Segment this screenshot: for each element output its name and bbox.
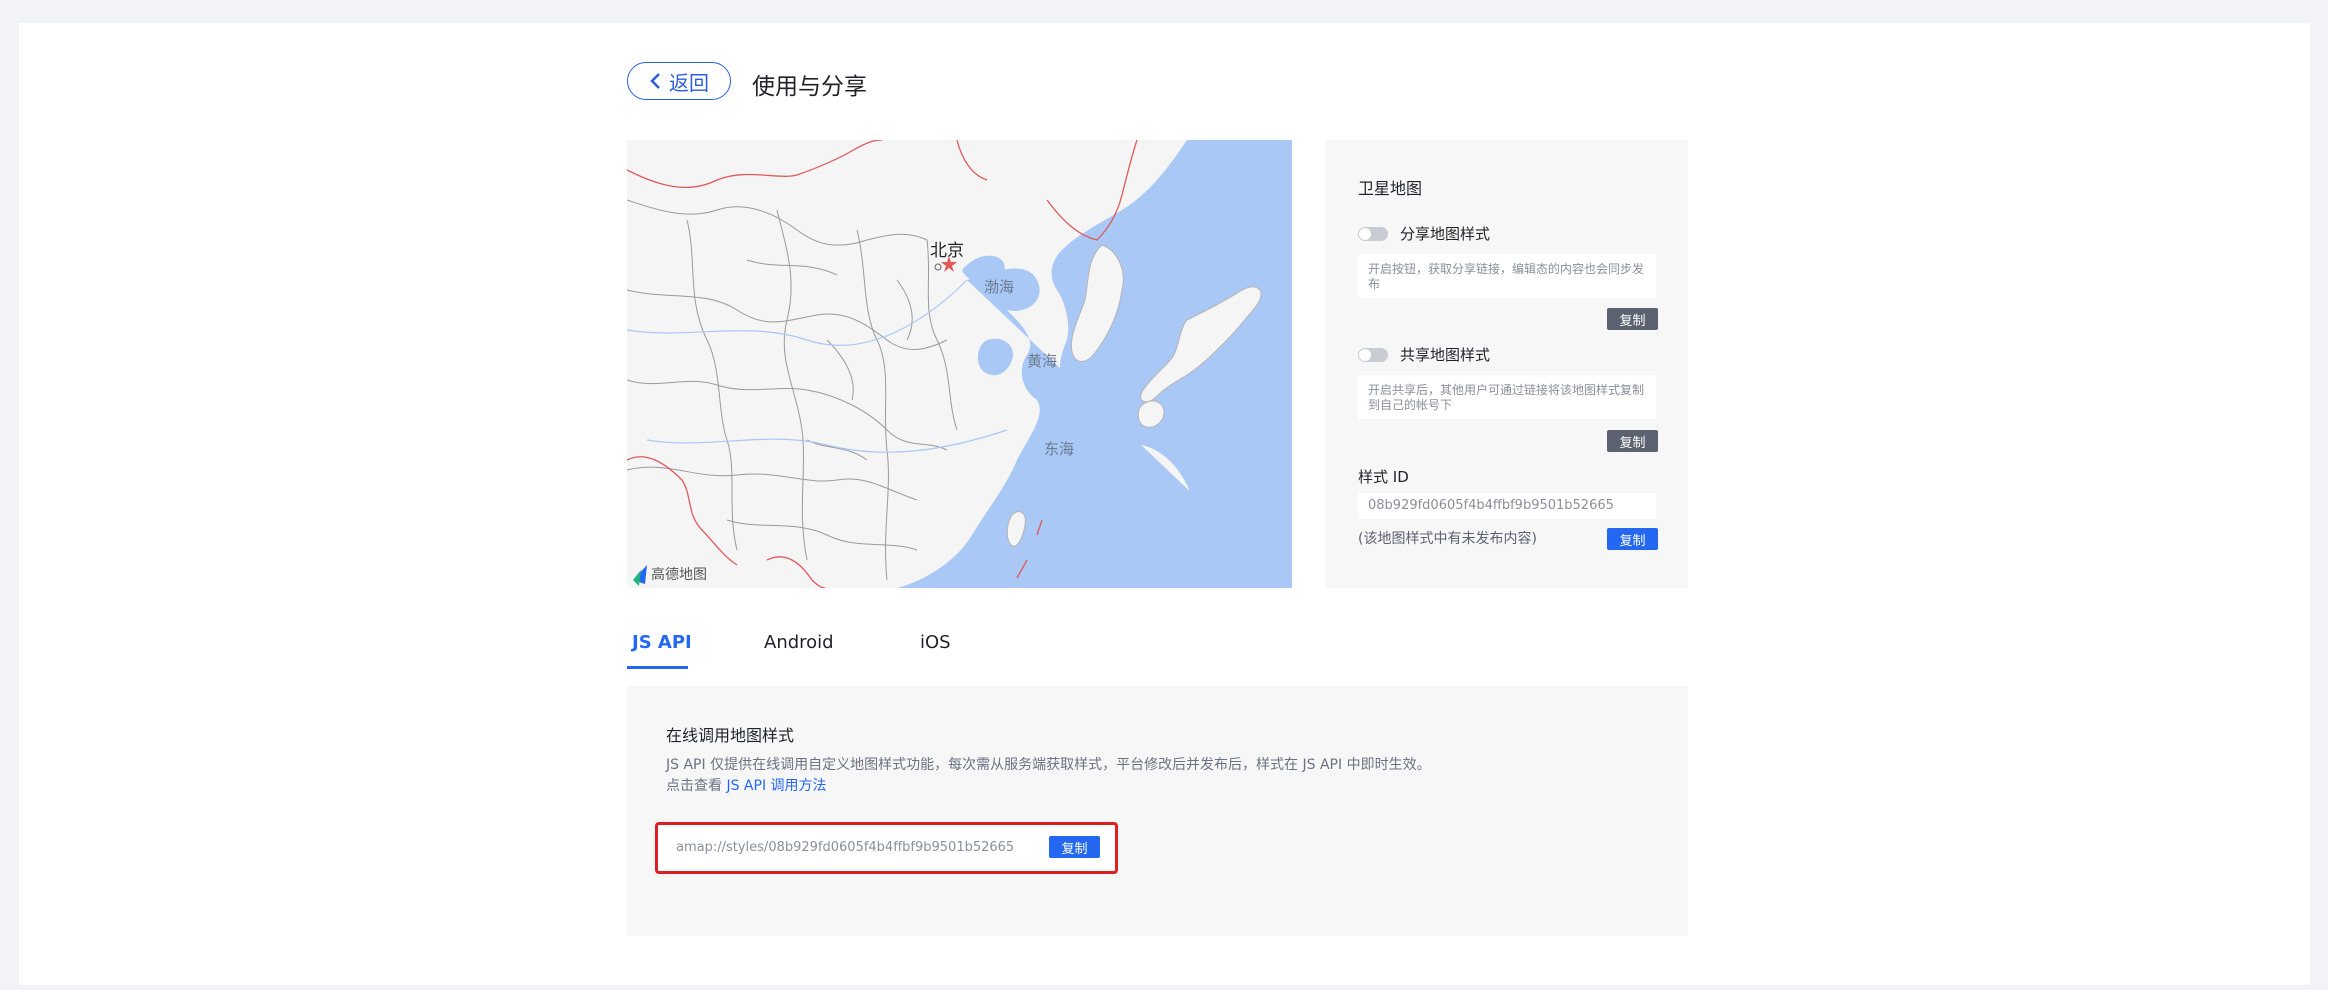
public-toggle[interactable] <box>1358 347 1388 362</box>
map-sea-label: 黄海 <box>1027 352 1058 370</box>
chevron-left-icon <box>650 73 660 89</box>
map-city-label: 北京 <box>930 241 964 261</box>
settings-panel: 卫星地图 分享地图样式 开启按钮，获取分享链接，编辑态的内容也会同步发布 复制 … <box>1325 140 1688 588</box>
share-toggle[interactable] <box>1358 226 1388 241</box>
share-description: 开启按钮，获取分享链接，编辑态的内容也会同步发布 <box>1358 254 1656 298</box>
style-id-label: 样式 ID <box>1358 468 1409 486</box>
tab-android[interactable]: Android <box>764 632 834 653</box>
public-toggle-label: 共享地图样式 <box>1400 346 1491 364</box>
style-id-copy-button[interactable]: 复制 <box>1607 528 1658 550</box>
platform-tabs: JS API Android iOS <box>627 632 1688 672</box>
tab-ios[interactable]: iOS <box>920 632 951 653</box>
public-toggle-row: 共享地图样式 <box>1358 344 1490 365</box>
section-desc-line: 点击查看 JS API 调用方法 <box>666 776 1431 797</box>
back-label: 返回 <box>669 70 709 95</box>
public-description: 开启共享后，其他用户可通过链接将该地图样式复制到自己的帐号下 <box>1358 375 1656 419</box>
share-toggle-row: 分享地图样式 <box>1358 223 1490 244</box>
style-url-field[interactable]: amap://styles/08b929fd0605f4b4ffbf9b9501… <box>676 840 1014 855</box>
public-copy-button[interactable]: 复制 <box>1607 430 1658 452</box>
map-preview[interactable]: 北京 渤海 黄海 东海 高德地图 <box>627 140 1292 588</box>
tab-js-api[interactable]: JS API <box>632 632 692 653</box>
panel-title: 卫星地图 <box>1358 179 1423 198</box>
active-tab-indicator <box>627 666 688 669</box>
map-logo-text: 高德地图 <box>651 567 707 583</box>
style-id-note: (该地图样式中有未发布内容) <box>1358 531 1537 547</box>
url-copy-button[interactable]: 复制 <box>1049 836 1100 858</box>
section-title: 在线调用地图样式 <box>666 726 795 745</box>
js-api-docs-link[interactable]: JS API 调用方法 <box>726 778 826 794</box>
js-api-section: 在线调用地图样式 JS API 仅提供在线调用自定义地图样式功能，每次需从服务端… <box>627 686 1688 936</box>
section-desc-line: JS API 仅提供在线调用自定义地图样式功能，每次需从服务端获取样式，平台修改… <box>666 757 1431 773</box>
map-logo: 高德地图 <box>633 564 707 584</box>
map-sea-label: 渤海 <box>984 278 1015 296</box>
style-id-field[interactable]: 08b929fd0605f4b4ffbf9b9501b52665 <box>1358 493 1656 519</box>
section-desc-prefix: 点击查看 <box>666 778 727 794</box>
share-copy-button[interactable]: 复制 <box>1607 308 1658 330</box>
map-sea-label: 东海 <box>1044 440 1075 458</box>
map-graphic <box>627 140 1292 588</box>
share-toggle-label: 分享地图样式 <box>1400 225 1491 243</box>
section-description: JS API 仅提供在线调用自定义地图样式功能，每次需从服务端获取样式，平台修改… <box>666 755 1431 797</box>
back-button[interactable]: 返回 <box>627 62 731 100</box>
style-url-box: amap://styles/08b929fd0605f4b4ffbf9b9501… <box>655 822 1118 874</box>
page-title: 使用与分享 <box>752 74 867 100</box>
